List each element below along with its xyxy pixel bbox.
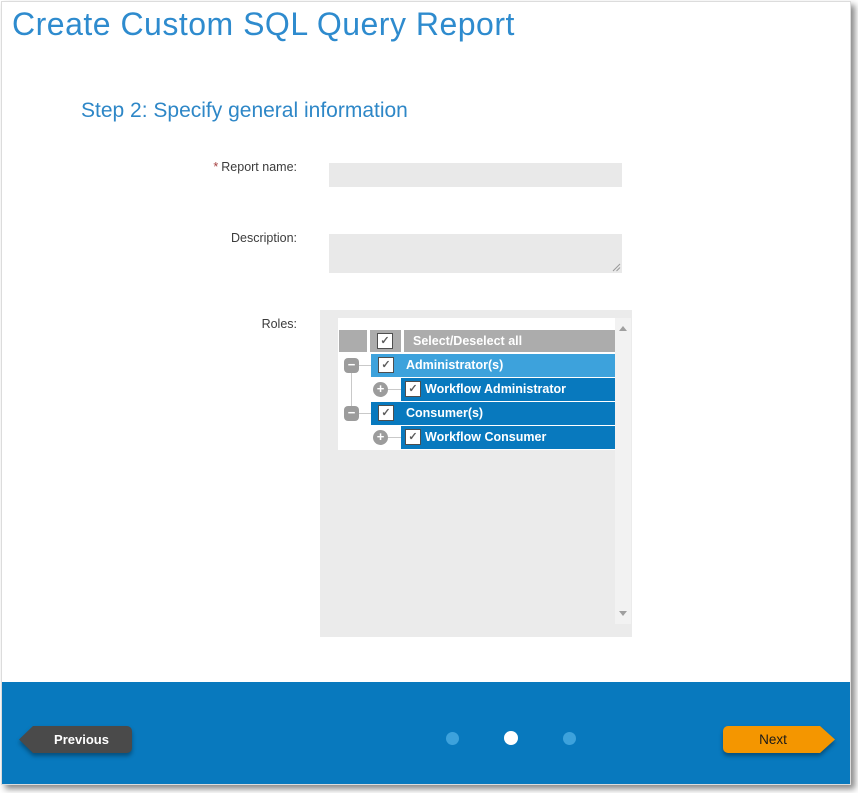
tree-connector-line (359, 413, 371, 414)
next-button-wrap: Next (723, 726, 835, 753)
roles-scrollbar[interactable] (615, 318, 631, 624)
header-checkbox-cell (370, 330, 401, 352)
wizard-window: Create Custom SQL Query Report Step 2: S… (1, 1, 851, 785)
tree-connector-line (388, 389, 401, 390)
description-label: Description: (82, 231, 297, 245)
role-row-administrators[interactable]: Administrator(s) (371, 354, 615, 377)
expand-workflow-consumer-icon[interactable] (373, 430, 388, 445)
report-name-label: *Report name: (82, 160, 297, 174)
report-name-label-text: Report name: (221, 160, 297, 174)
role-row-label: Workflow Administrator (425, 378, 566, 401)
workflow-consumer-checkbox[interactable] (405, 429, 421, 445)
step-dot-3 (563, 732, 576, 745)
role-row-label: Consumer(s) (406, 402, 483, 425)
role-row-workflow-administrator[interactable]: Workflow Administrator (401, 378, 615, 401)
page-title: Create Custom SQL Query Report (12, 6, 515, 43)
previous-button-wrap: Previous (19, 726, 132, 753)
role-row-consumers[interactable]: Consumer(s) (371, 402, 615, 425)
report-name-input[interactable] (329, 163, 622, 187)
scroll-down-icon[interactable] (619, 611, 627, 616)
role-row-workflow-consumer[interactable]: Workflow Consumer (401, 426, 615, 449)
description-textarea[interactable] (329, 234, 622, 273)
footer-bar: Previous Next (2, 682, 850, 784)
scroll-up-icon[interactable] (619, 326, 627, 331)
resize-handle-icon[interactable] (612, 263, 621, 272)
consumers-checkbox[interactable] (378, 405, 394, 421)
role-row-label: Workflow Consumer (425, 426, 546, 449)
next-button[interactable]: Next (723, 726, 835, 753)
collapse-consumers-icon[interactable] (344, 406, 359, 421)
select-all-checkbox[interactable] (377, 333, 393, 349)
roles-label: Roles: (82, 317, 297, 331)
description-field (329, 234, 622, 273)
select-all-label: Select/Deselect all (404, 330, 615, 352)
previous-button[interactable]: Previous (19, 726, 132, 753)
role-row-label: Administrator(s) (406, 354, 503, 377)
tree-connector-line (388, 437, 401, 438)
tree-connector-line (351, 373, 352, 406)
step-dot-2-active (504, 731, 518, 745)
roles-panel: Select/Deselect all Administrator(s) Wor… (320, 310, 632, 637)
required-marker: * (213, 160, 218, 174)
workflow-administrator-checkbox[interactable] (405, 381, 421, 397)
tree-connector-line (359, 365, 371, 366)
collapse-administrators-icon[interactable] (344, 358, 359, 373)
header-spacer-cell (339, 330, 367, 352)
administrators-checkbox[interactable] (378, 357, 394, 373)
expand-workflow-administrator-icon[interactable] (373, 382, 388, 397)
step-heading: Step 2: Specify general information (81, 99, 408, 123)
step-dot-1 (446, 732, 459, 745)
